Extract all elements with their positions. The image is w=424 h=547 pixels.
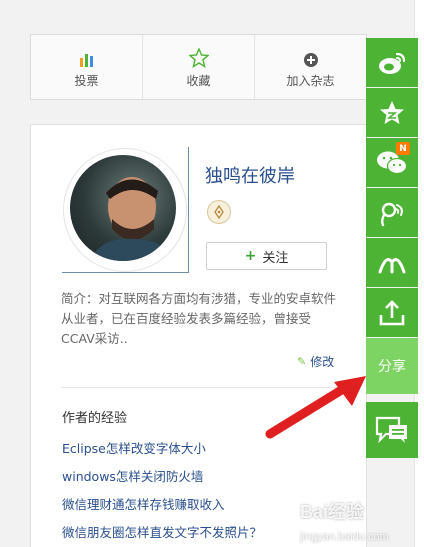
- experience-link[interactable]: Eclipse怎样改变字体大小: [62, 438, 352, 466]
- action-bar: 投票 收藏 加入杂志: [30, 34, 367, 100]
- star-icon: [188, 46, 209, 68]
- edit-link[interactable]: ✎ 修改: [297, 353, 334, 370]
- top-background: [0, 0, 424, 20]
- add-to-magazine-label: 加入杂志: [286, 73, 335, 88]
- share-label: 分享: [378, 359, 406, 375]
- watermark-sub: jingyan.baidu.com: [300, 531, 389, 543]
- author-intro: 简介：对互联网各方面均有涉猎，专业的安卓软件从业者，已在百度经验发表多篇经验，曾…: [61, 291, 337, 346]
- bar-chart-icon: [79, 46, 95, 68]
- follow-button[interactable]: + 关注: [206, 242, 327, 270]
- favorite-button[interactable]: 收藏: [143, 35, 255, 99]
- edit-label: 修改: [310, 355, 335, 369]
- share-sidebar: N 分享: [366, 38, 418, 459]
- share-renren-button[interactable]: [366, 238, 418, 287]
- watermark-brand: Bai: [300, 502, 329, 522]
- comment-icon: [375, 416, 407, 444]
- share-qzone-button[interactable]: [366, 88, 418, 137]
- weibo-icon: [379, 52, 406, 74]
- comment-button[interactable]: [366, 402, 418, 458]
- follow-label: 关注: [262, 250, 289, 266]
- share-upload-icon: [379, 299, 405, 325]
- plus-circle-icon: [303, 46, 319, 68]
- pencil-icon: ✎: [297, 355, 307, 368]
- share-upload-button[interactable]: [366, 288, 418, 337]
- share-button[interactable]: 分享: [366, 338, 418, 394]
- share-wechat-button[interactable]: N: [366, 138, 418, 187]
- author-card: 独鸣在彼岸 + 关注 简介：对互联网各方面均有涉猎，专业的安卓软件从业者，已在百…: [30, 124, 367, 547]
- experience-section-title: 作者的经验: [62, 411, 128, 426]
- renren-icon: [378, 257, 406, 273]
- favorite-label: 收藏: [186, 73, 211, 88]
- vote-button[interactable]: 投票: [31, 35, 143, 99]
- avatar-frame: [62, 147, 189, 273]
- avatar[interactable]: [70, 155, 176, 261]
- experience-link[interactable]: windows怎样关闭防火墙: [62, 466, 352, 494]
- plus-icon: +: [244, 248, 257, 264]
- share-tencent-weibo-button[interactable]: [366, 188, 418, 237]
- author-name[interactable]: 独鸣在彼岸: [205, 162, 295, 188]
- tencent-weibo-icon: [381, 202, 403, 226]
- pen-badge-icon: [207, 200, 231, 224]
- qzone-star-icon: [380, 100, 404, 124]
- divider: [61, 387, 338, 388]
- watermark-suffix: 经验: [328, 502, 365, 522]
- add-to-magazine-button[interactable]: 加入杂志: [255, 35, 366, 99]
- vote-label: 投票: [74, 73, 99, 88]
- new-badge: N: [396, 142, 410, 155]
- share-weibo-button[interactable]: [366, 38, 418, 87]
- baidu-watermark: Bai经验 jingyan.baidu.com: [300, 498, 424, 545]
